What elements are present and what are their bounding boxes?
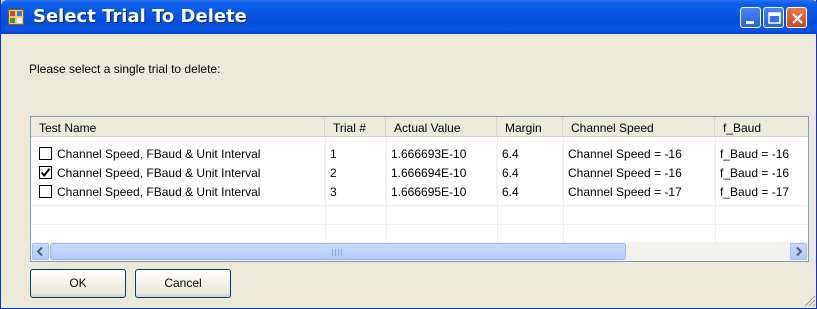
window-title: Select Trial To Delete xyxy=(33,6,247,27)
scroll-right-button[interactable] xyxy=(790,243,807,260)
cell-channel-speed: Channel Speed = -17 xyxy=(563,182,715,201)
resize-grip-icon[interactable] xyxy=(802,293,816,307)
arrow-left-icon xyxy=(36,246,43,257)
table-row[interactable]: Channel Speed, FBaud & Unit Interval 3 1… xyxy=(31,182,808,201)
table-row[interactable]: Channel Speed, FBaud & Unit Interval 2 1… xyxy=(31,163,808,182)
dialog-window: Select Trial To Delete Please select a s… xyxy=(0,0,817,309)
cell-test-name: Channel Speed, FBaud & Unit Interval xyxy=(31,144,325,163)
minimize-button[interactable] xyxy=(740,7,761,28)
close-icon xyxy=(792,13,803,24)
cell-channel-speed: Channel Speed = -16 xyxy=(563,144,715,163)
scroll-left-button[interactable] xyxy=(32,243,49,260)
cell-actual-value: 1.666694E-10 xyxy=(386,163,497,182)
cell-margin: 6.4 xyxy=(497,144,563,163)
cell-test-name: Channel Speed, FBaud & Unit Interval xyxy=(31,163,325,182)
maximize-icon xyxy=(768,12,781,24)
row-divider xyxy=(31,224,808,225)
horizontal-scrollbar[interactable] xyxy=(31,242,808,261)
cell-actual-value: 1.666695E-10 xyxy=(386,182,497,201)
instruction-label: Please select a single trial to delete: xyxy=(29,62,221,76)
column-header-test-name[interactable]: Test Name xyxy=(31,117,325,137)
trials-list[interactable]: Test Name Trial # Actual Value Margin Ch… xyxy=(30,116,809,262)
maximize-button[interactable] xyxy=(763,7,784,28)
cell-actual-value: 1.666693E-10 xyxy=(386,144,497,163)
cell-trial-number: 2 xyxy=(325,163,386,182)
title-bar[interactable]: Select Trial To Delete xyxy=(1,0,817,34)
table-row[interactable]: Channel Speed, FBaud & Unit Interval 1 1… xyxy=(31,144,808,163)
column-header-trial-number[interactable]: Trial # xyxy=(325,117,386,137)
ok-button[interactable]: OK xyxy=(30,269,126,298)
column-header-f-baud[interactable]: f_Baud xyxy=(715,117,808,137)
minimize-icon xyxy=(746,21,754,24)
grip-icon xyxy=(332,249,342,256)
column-header-margin[interactable]: Margin xyxy=(497,117,563,137)
arrow-right-icon xyxy=(796,246,803,257)
cell-test-name: Channel Speed, FBaud & Unit Interval xyxy=(31,182,325,201)
app-window-icon xyxy=(8,9,24,25)
cell-f-baud: f_Baud = -16 xyxy=(715,144,808,163)
cell-f-baud: f_Baud = -17 xyxy=(715,182,808,201)
cell-channel-speed: Channel Speed = -16 xyxy=(563,163,715,182)
cell-trial-number: 1 xyxy=(325,144,386,163)
column-header-actual-value[interactable]: Actual Value xyxy=(386,117,497,137)
cell-trial-number: 3 xyxy=(325,182,386,201)
scrollbar-thumb[interactable] xyxy=(50,243,626,260)
list-header: Test Name Trial # Actual Value Margin Ch… xyxy=(31,117,808,137)
column-header-channel-speed[interactable]: Channel Speed xyxy=(563,117,715,137)
close-button[interactable] xyxy=(786,7,807,28)
cancel-button[interactable]: Cancel xyxy=(135,269,231,298)
cell-margin: 6.4 xyxy=(497,163,563,182)
cell-margin: 6.4 xyxy=(497,182,563,201)
cell-f-baud: f_Baud = -16 xyxy=(715,163,808,182)
row-divider xyxy=(31,205,808,206)
